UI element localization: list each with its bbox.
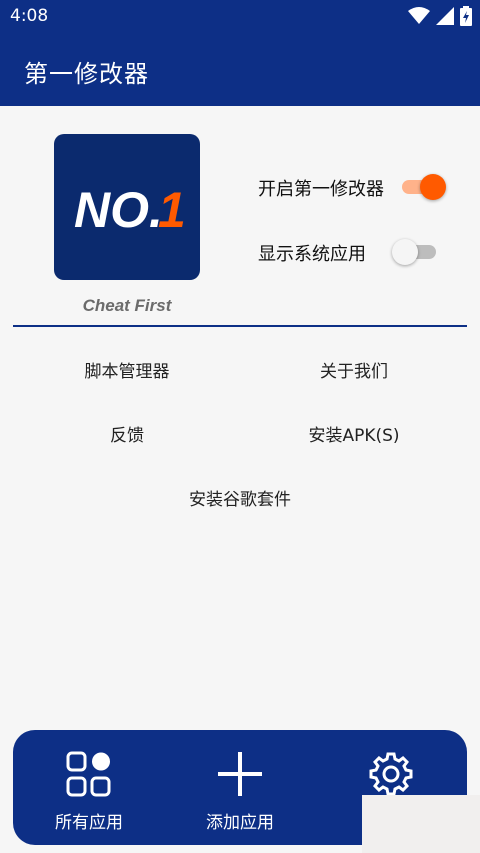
logo-caption: Cheat First <box>82 296 172 315</box>
toggle-row-system-apps[interactable]: 显示系统应用 <box>258 240 366 266</box>
status-bar: 4:08 <box>0 0 480 34</box>
app-logo: NO. 1 <box>54 134 200 280</box>
status-time: 4:08 <box>10 6 49 26</box>
enable-switch-thumb <box>420 174 446 200</box>
nav-label-all-apps: 所有应用 <box>55 813 123 833</box>
script-manager-button[interactable]: 脚本管理器 <box>27 357 227 382</box>
toggle-row-enable[interactable]: 开启第一修改器 <box>258 175 384 201</box>
install-apk-button[interactable]: 安装APK(S) <box>254 421 454 446</box>
toggle-label-enable: 开启第一修改器 <box>258 179 384 200</box>
toggle-label-system-apps: 显示系统应用 <box>258 244 366 265</box>
feedback-button[interactable]: 反馈 <box>27 421 227 446</box>
overlay-patch <box>362 795 480 853</box>
logo-text-accent: 1 <box>158 182 186 238</box>
app-title: 第一修改器 <box>24 60 149 88</box>
battery-icon <box>460 6 472 26</box>
logo-graphic: NO. 1 <box>74 182 186 238</box>
nav-all-apps[interactable]: 所有应用 <box>19 750 159 833</box>
app-bar: 第一修改器 <box>0 34 480 106</box>
about-us-button[interactable]: 关于我们 <box>254 357 454 382</box>
system-apps-switch-thumb <box>392 239 418 265</box>
install-google-suite-button[interactable]: 安装谷歌套件 <box>140 485 340 510</box>
grid-icon <box>66 751 111 797</box>
plus-icon <box>218 752 262 796</box>
nav-add-app[interactable]: 添加应用 <box>170 750 310 833</box>
logo-text-main: NO. <box>74 182 163 238</box>
divider <box>13 325 467 327</box>
signal-icon <box>436 7 454 25</box>
status-icons <box>408 6 472 26</box>
gear-icon <box>369 752 413 796</box>
nav-label-add-app: 添加应用 <box>206 813 274 833</box>
wifi-icon <box>408 7 430 24</box>
